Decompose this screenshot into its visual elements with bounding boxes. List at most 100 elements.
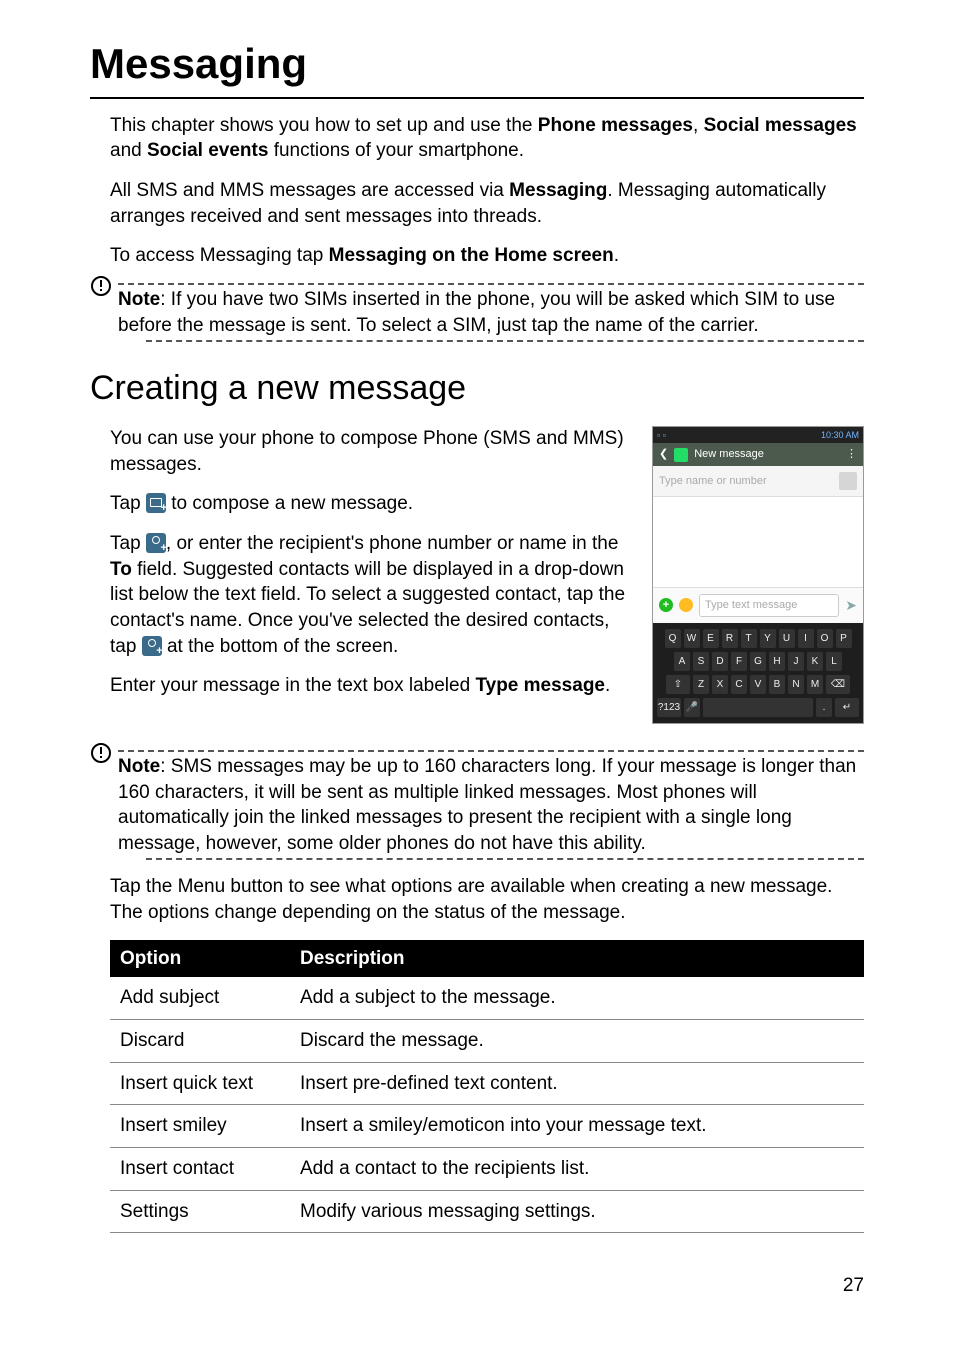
text: : SMS messages may be up to 160 characte… <box>118 756 856 854</box>
text: Enter your message in the text box label… <box>110 675 475 696</box>
back-icon: ❮ <box>659 447 668 462</box>
status-time: 10:30 AM <box>821 429 859 441</box>
dash-rule <box>118 283 864 285</box>
keyboard-key: Y <box>760 629 776 648</box>
thread-area <box>653 497 863 588</box>
text-bold: Social messages <box>704 115 857 136</box>
keyboard-key: P <box>836 629 852 648</box>
text: and <box>110 140 147 161</box>
option-name: Insert contact <box>110 1147 290 1190</box>
app-icon <box>674 448 688 462</box>
keyboard-key: H <box>769 652 785 671</box>
note-text: Note: If you have two SIMs inserted in t… <box>118 287 864 338</box>
keyboard-key: X <box>712 675 728 694</box>
intro-para-3: To access Messaging tap Messaging on the… <box>110 243 864 269</box>
option-desc: Add a contact to the recipients list. <box>290 1147 864 1190</box>
keyboard-key: V <box>750 675 766 694</box>
keyboard-key: ⌫ <box>826 675 850 694</box>
title-bar: ❮ New message ⋮ <box>653 443 863 466</box>
keyboard-key: R <box>722 629 738 648</box>
keyboard-key: M <box>807 675 823 694</box>
table-row: Insert contactAdd a contact to the recip… <box>110 1147 864 1190</box>
keyboard-key: S <box>693 652 709 671</box>
text: at the bottom of the screen. <box>162 636 399 657</box>
contact-picker-icon <box>839 472 857 490</box>
text-bold: Social events <box>147 140 268 161</box>
note-block-160: Note: SMS messages may be up to 160 char… <box>90 750 864 861</box>
text: . <box>605 675 610 696</box>
status-bar: ▫ ▫ 10:30 AM <box>653 427 863 443</box>
alert-icon <box>90 275 112 297</box>
keyboard-key: ↵ <box>835 698 859 717</box>
alert-icon <box>90 742 112 764</box>
emoji-icon <box>679 598 693 612</box>
keyboard-key: F <box>731 652 747 671</box>
text: . <box>614 245 619 266</box>
phone-screenshot: ▫ ▫ 10:30 AM ❮ New message ⋮ Type name o… <box>652 426 864 724</box>
text: All SMS and MMS messages are accessed vi… <box>110 180 509 201</box>
keyboard-key: W <box>684 629 700 648</box>
keyboard-key: ⇧ <box>666 675 690 694</box>
add-contact-icon <box>146 533 166 553</box>
option-desc: Discard the message. <box>290 1020 864 1063</box>
text-bold: Messaging <box>509 180 607 201</box>
option-desc: Insert a smiley/emoticon into your messa… <box>290 1105 864 1148</box>
keyboard-key: D <box>712 652 728 671</box>
intro-para-2: All SMS and MMS messages are accessed vi… <box>110 178 864 229</box>
keyboard-key: ?123 <box>657 698 681 717</box>
page-number: 27 <box>90 1273 864 1299</box>
keyboard-key: C <box>731 675 747 694</box>
option-desc: Add a subject to the message. <box>290 977 864 1019</box>
menu-icon: ⋮ <box>846 447 857 462</box>
text-bold: To <box>110 559 132 580</box>
keyboard-key: I <box>798 629 814 648</box>
keyboard-key <box>703 698 813 717</box>
text: , or enter the recipient's phone number … <box>166 533 619 554</box>
keyboard-key: U <box>779 629 795 648</box>
keyboard-key: Q <box>665 629 681 648</box>
options-intro: Tap the Menu button to see what options … <box>110 874 864 925</box>
note-label: Note <box>118 756 160 777</box>
keyboard-key: K <box>807 652 823 671</box>
table-row: DiscardDiscard the message. <box>110 1020 864 1063</box>
dash-rule <box>118 750 864 752</box>
note-text: Note: SMS messages may be up to 160 char… <box>118 754 864 857</box>
option-name: Discard <box>110 1020 290 1063</box>
options-table: Option Description Add subjectAdd a subj… <box>110 940 864 1233</box>
text: : If you have two SIMs inserted in the p… <box>118 289 835 336</box>
text-bold: Type message <box>475 675 605 696</box>
dash-rule <box>146 858 864 860</box>
option-desc: Modify various messaging settings. <box>290 1190 864 1233</box>
note-block-sim: Note: If you have two SIMs inserted in t… <box>90 283 864 342</box>
option-name: Insert quick text <box>110 1062 290 1105</box>
table-row: Add subjectAdd a subject to the message. <box>110 977 864 1019</box>
keyboard-key: J <box>788 652 804 671</box>
text: functions of your smartphone. <box>268 140 524 161</box>
note-label: Note <box>118 289 160 310</box>
text: Tap <box>110 493 146 514</box>
keyboard-key: L <box>826 652 842 671</box>
recipient-field: Type name or number <box>653 466 863 497</box>
text-bold: Messaging on the Home screen <box>329 245 614 266</box>
text: Tap <box>110 533 146 554</box>
title-text: New message <box>694 447 764 462</box>
option-desc: Insert pre-defined text content. <box>290 1062 864 1105</box>
keyboard-key: G <box>750 652 766 671</box>
message-input: Type text message <box>699 594 839 617</box>
table-header-option: Option <box>110 940 290 978</box>
add-contact-icon <box>142 636 162 656</box>
keyboard-key: E <box>703 629 719 648</box>
keyboard-key: O <box>817 629 833 648</box>
compose-row: + Type text message ➤ <box>653 588 863 623</box>
status-left-icons: ▫ ▫ <box>657 429 666 441</box>
keyboard-key: A <box>674 652 690 671</box>
compose-icon <box>146 493 166 513</box>
text: , <box>693 115 704 136</box>
keyboard-key: B <box>769 675 785 694</box>
attach-icon: + <box>659 598 673 612</box>
table-row: Insert quick textInsert pre-defined text… <box>110 1062 864 1105</box>
dash-rule <box>146 340 864 342</box>
table-header-description: Description <box>290 940 864 978</box>
text: To access Messaging tap <box>110 245 329 266</box>
table-row: SettingsModify various messaging setting… <box>110 1190 864 1233</box>
